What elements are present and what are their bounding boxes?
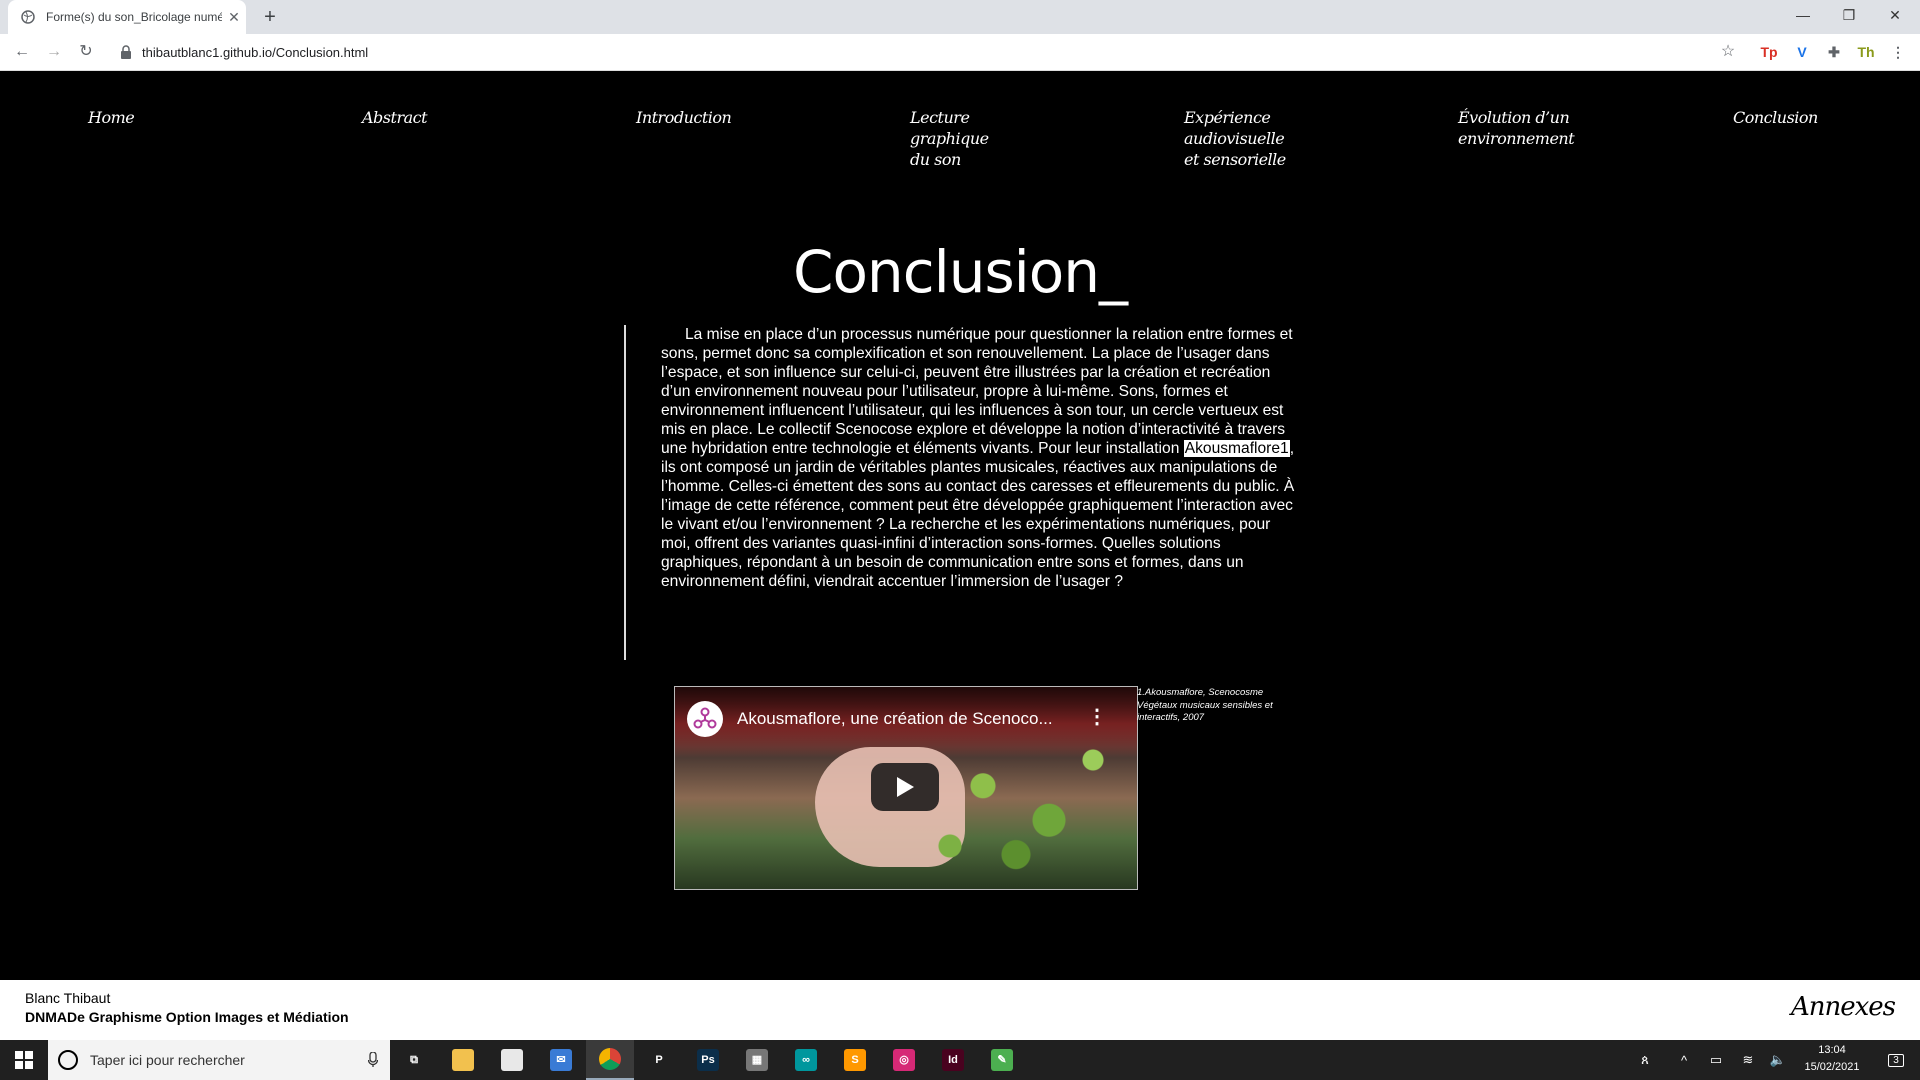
photoshop-icon[interactable]: Ps — [684, 1040, 732, 1080]
nav-conclusion[interactable]: Conclusion — [1733, 107, 1823, 128]
windows-taskbar: Taper ici pour rechercher ⧉ ✉ P Ps ▦ ∞ S ◎ Id ✎ ጰ… — [0, 1040, 1920, 1080]
browser-tab[interactable]: Forme(s) du son_Bricolage numé ✕ — [8, 0, 246, 34]
clock-date: 15/02/2021 — [1804, 1061, 1860, 1073]
volume-muted-icon[interactable]: 🔈 — [1766, 1040, 1790, 1080]
taskbar-search-box[interactable]: Taper ici pour rechercher — [48, 1040, 390, 1080]
restore-button[interactable]: ❐ — [1826, 0, 1872, 30]
indesign-icon[interactable]: Id — [929, 1040, 977, 1080]
clock-time: 13:04 — [1818, 1044, 1846, 1056]
cortana-circle-icon — [58, 1050, 78, 1070]
menu-kebab-icon[interactable]: ⋮ — [1886, 40, 1910, 64]
globe-favicon-icon — [20, 9, 36, 25]
show-hidden-icons-chevron[interactable]: ^ — [1672, 1040, 1696, 1080]
nav-home[interactable]: Home — [88, 107, 168, 128]
puzzle-extension-icon[interactable]: ✚ — [1822, 40, 1846, 64]
paragraph-text-part1: La mise en place d’un processus numériqu… — [661, 326, 1293, 457]
youtube-video-embed[interactable]: Akousmaflore, une création de Scenoco...… — [674, 686, 1138, 890]
paint-icon[interactable]: ✎ — [978, 1040, 1026, 1080]
tab-title: Forme(s) du son_Bricolage numé — [46, 10, 222, 24]
conclusion-paragraph: La mise en place d’un processus numériqu… — [661, 325, 1296, 591]
forward-arrow-icon[interactable]: → — [42, 41, 66, 63]
page-title: Conclusion_ — [792, 238, 1128, 306]
site-footer: Blanc Thibaut DNMADe Graphisme Option Im… — [0, 980, 1920, 1040]
address-bar[interactable]: thibautblanc1.github.io/Conclusion.html — [112, 38, 1752, 66]
tab-close-icon[interactable]: ✕ — [226, 9, 242, 25]
back-arrow-icon[interactable]: ← — [10, 41, 34, 63]
paragraph-text-part2: , ils ont composé un jardin de véritable… — [661, 440, 1295, 590]
minimize-button[interactable]: — — [1780, 0, 1826, 30]
chrome-icon[interactable] — [586, 1040, 634, 1080]
wifi-icon[interactable]: ≋ — [1736, 1040, 1760, 1080]
file-explorer-icon[interactable] — [439, 1040, 487, 1080]
annexes-link[interactable]: Annexes — [1791, 992, 1896, 1022]
author-name: Blanc Thibaut — [25, 990, 111, 1006]
microphone-icon[interactable] — [367, 1051, 379, 1068]
tp-extension-icon[interactable]: Tp — [1757, 40, 1781, 64]
browser-tab-bar: Forme(s) du son_Bricolage numé ✕ + — ❐ ✕ — [0, 0, 1920, 34]
page-content: Home Abstract Introduction Lecture graph… — [0, 71, 1920, 980]
th-extension-icon[interactable]: Th — [1854, 40, 1878, 64]
notification-count: 3 — [1888, 1053, 1904, 1067]
nav-lecture-graphique[interactable]: Lecture graphique du son — [910, 107, 998, 170]
lock-icon — [120, 45, 134, 59]
play-button-icon[interactable] — [871, 763, 939, 811]
url-text: thibautblanc1.github.io/Conclusion.html — [142, 44, 369, 60]
store-icon[interactable] — [488, 1040, 536, 1080]
video-title[interactable]: Akousmaflore, une création de Scenoco... — [737, 709, 1053, 729]
channel-avatar-icon[interactable] — [687, 701, 723, 737]
battery-icon[interactable]: ▭ — [1704, 1040, 1728, 1080]
v-extension-icon[interactable]: V — [1790, 40, 1814, 64]
course-name: DNMADe Graphisme Option Images et Médiat… — [25, 1009, 349, 1025]
new-tab-button[interactable]: + — [258, 6, 282, 28]
bookmark-star-icon[interactable]: ☆ — [1716, 41, 1740, 63]
video-more-icon[interactable]: ⋮ — [1087, 707, 1107, 727]
calculator-icon[interactable]: ▦ — [733, 1040, 781, 1080]
akousmaflore-link[interactable]: Akousmaflore1 — [1183, 440, 1290, 457]
browser-toolbar: ← → ↻ thibautblanc1.github.io/Conclusion… — [0, 34, 1920, 71]
notification-center-icon[interactable]: 3 — [1876, 1040, 1916, 1080]
system-clock[interactable]: 13:04 15/02/2021 — [1796, 1042, 1868, 1076]
nav-experience-audiovisuelle[interactable]: Expérience audiovisuelle et sensorielle — [1184, 107, 1292, 170]
arduino-icon[interactable]: ∞ — [782, 1040, 830, 1080]
nav-introduction[interactable]: Introduction — [636, 107, 746, 128]
task-view-icon[interactable]: ⧉ — [390, 1040, 438, 1080]
instagram-icon[interactable]: ◎ — [880, 1040, 928, 1080]
vertical-divider — [624, 325, 626, 660]
mail-icon[interactable]: ✉ — [537, 1040, 585, 1080]
nav-abstract[interactable]: Abstract — [362, 107, 452, 128]
sublime-icon[interactable]: S — [831, 1040, 879, 1080]
search-placeholder: Taper ici pour rechercher — [90, 1052, 245, 1068]
nav-evolution-environnement[interactable]: Évolution d’un environnement — [1458, 107, 1576, 149]
p-app-icon[interactable]: P — [635, 1040, 683, 1080]
reload-icon[interactable]: ↻ — [74, 41, 98, 63]
windows-start-icon[interactable] — [0, 1040, 48, 1080]
people-icon[interactable]: ጰ — [1630, 1040, 1660, 1080]
video-caption: 1.Akousmaflore, Scenocosme Végétaux musi… — [1137, 687, 1273, 723]
window-close-button[interactable]: ✕ — [1872, 0, 1918, 30]
